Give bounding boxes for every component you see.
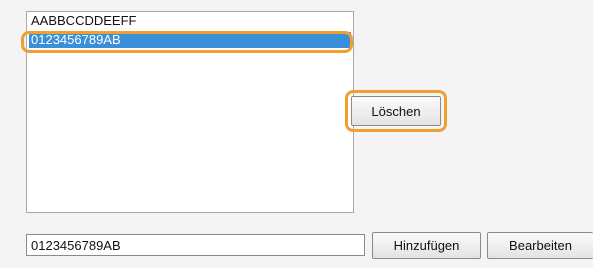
edit-button[interactable]: Bearbeiten — [487, 232, 593, 259]
address-input[interactable] — [26, 234, 365, 256]
selected-item-highlight — [21, 31, 353, 53]
delete-button[interactable]: Löschen — [351, 96, 441, 126]
add-button[interactable]: Hinzufügen — [372, 232, 481, 259]
list-item[interactable]: AABBCCDDEEFF — [29, 13, 351, 29]
